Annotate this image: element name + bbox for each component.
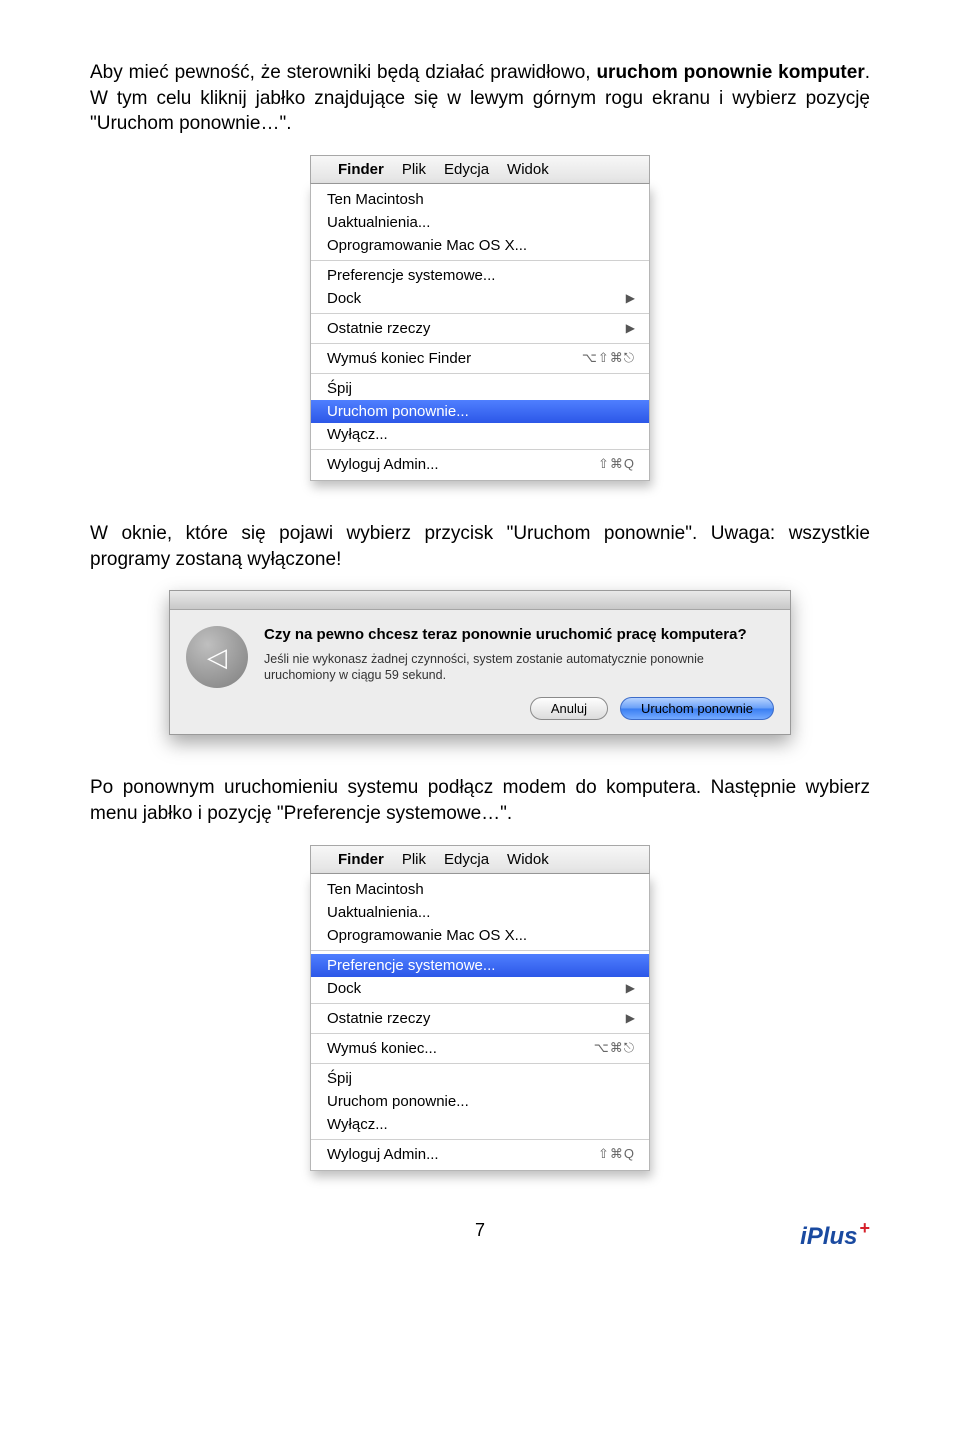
menu-separator xyxy=(311,1063,649,1064)
menu-item-label: Wymuś koniec Finder xyxy=(327,350,471,367)
menu-item-label: Ostatnie rzeczy xyxy=(327,320,430,337)
menu-item[interactable]: Wyłącz... xyxy=(311,1113,649,1136)
menu-item-label: Wyłącz... xyxy=(327,426,388,443)
menu-item-label: Wyłącz... xyxy=(327,1116,388,1133)
menubar: Finder Plik Edycja Widok xyxy=(310,845,650,874)
cancel-button[interactable]: Anuluj xyxy=(530,697,608,720)
menu-item[interactable]: Dock ▶ xyxy=(311,287,649,310)
menu-item[interactable]: Śpij xyxy=(311,377,649,400)
menu-item[interactable]: Ten Macintosh xyxy=(311,188,649,211)
page-footer: 7 iPlus+ xyxy=(90,1211,870,1251)
menu-item-label: Wyloguj Admin... xyxy=(327,1146,439,1163)
menu-shortcut: ⇧⌘Q xyxy=(598,1146,635,1162)
menu-item[interactable]: Wyłącz... xyxy=(311,423,649,446)
restart-icon: ◁ xyxy=(186,626,248,688)
menu-item[interactable]: Oprogramowanie Mac OS X... xyxy=(311,234,649,257)
submenu-arrow-icon: ▶ xyxy=(626,981,635,995)
dialog-title: Czy na pewno chcesz teraz ponownie uruch… xyxy=(264,626,774,645)
menubar-item[interactable]: Widok xyxy=(498,851,558,868)
menu-item[interactable]: Oprogramowanie Mac OS X... xyxy=(311,924,649,947)
menu-item-label: Oprogramowanie Mac OS X... xyxy=(327,237,527,254)
menu-item-label: Preferencje systemowe... xyxy=(327,267,495,284)
menu-item[interactable]: Dock ▶ xyxy=(311,977,649,1000)
menu-item[interactable]: Ostatnie rzeczy ▶ xyxy=(311,317,649,340)
menubar-app[interactable]: Finder xyxy=(329,161,393,178)
menu-item-label: Śpij xyxy=(327,1070,352,1087)
menu-item[interactable]: Wymuś koniec... ⌥⌘⎋ xyxy=(311,1037,649,1060)
apple-menu-screenshot-1: Finder Plik Edycja Widok Ten Macintosh Ua… xyxy=(310,155,650,481)
menu-item[interactable]: Preferencje systemowe... xyxy=(311,264,649,287)
submenu-arrow-icon: ▶ xyxy=(626,291,635,305)
menu-item-label: Uaktualnienia... xyxy=(327,214,430,231)
menu-item[interactable]: Śpij xyxy=(311,1067,649,1090)
menu-separator xyxy=(311,449,649,450)
menu-item[interactable]: Uruchom ponownie... xyxy=(311,1090,649,1113)
apple-menu-screenshot-2: Finder Plik Edycja Widok Ten Macintosh Ua… xyxy=(310,845,650,1171)
menu-item-label: Wyloguj Admin... xyxy=(327,456,439,473)
menu-item[interactable]: Preferencje systemowe... xyxy=(311,954,649,977)
menu-item-label: Uruchom ponownie... xyxy=(327,1093,469,1110)
paragraph-2: W oknie, które się pojawi wybierz przyci… xyxy=(90,521,870,572)
menu-item-label: Ten Macintosh xyxy=(327,881,424,898)
menubar-item[interactable]: Edycja xyxy=(435,161,498,178)
paragraph-1: Aby mieć pewność, że sterowniki będą dzi… xyxy=(90,60,870,137)
menubar-app[interactable]: Finder xyxy=(329,851,393,868)
dialog-text: Czy na pewno chcesz teraz ponownie uruch… xyxy=(264,626,774,720)
restart-dialog: ◁ Czy na pewno chcesz teraz ponownie uru… xyxy=(169,590,791,735)
menubar-item[interactable]: Widok xyxy=(498,161,558,178)
menu-item-label: Wymuś koniec... xyxy=(327,1040,437,1057)
menubar-item[interactable]: Edycja xyxy=(435,851,498,868)
menu-item-label: Dock xyxy=(327,290,361,307)
apple-menu-dropdown: Ten Macintosh Uaktualnienia... Oprogramowa… xyxy=(310,874,650,1171)
para1-b: uruchom ponownie komputer xyxy=(596,62,864,83)
menu-shortcut: ⌥⌘⎋ xyxy=(594,1040,635,1056)
dialog-message: Jeśli nie wykonasz żadnej czynności, sys… xyxy=(264,651,774,684)
menu-item[interactable]: Uruchom ponownie... xyxy=(311,400,649,423)
menu-item-label: Ten Macintosh xyxy=(327,191,424,208)
menu-item[interactable]: Ostatnie rzeczy ▶ xyxy=(311,1007,649,1030)
menu-item[interactable]: Wymuś koniec Finder ⌥⇧⌘⎋ xyxy=(311,347,649,370)
menu-shortcut: ⇧⌘Q xyxy=(598,456,635,472)
menu-item-label: Preferencje systemowe... xyxy=(327,957,495,974)
menu-separator xyxy=(311,1003,649,1004)
menu-separator xyxy=(311,260,649,261)
apple-menu-dropdown: Ten Macintosh Uaktualnienia... Oprogramowa… xyxy=(310,184,650,481)
submenu-arrow-icon: ▶ xyxy=(626,321,635,335)
menu-separator xyxy=(311,1033,649,1034)
restart-button[interactable]: Uruchom ponownie xyxy=(620,697,774,720)
menu-separator xyxy=(311,373,649,374)
menu-item-label: Śpij xyxy=(327,380,352,397)
submenu-arrow-icon: ▶ xyxy=(626,1011,635,1025)
menu-item-label: Ostatnie rzeczy xyxy=(327,1010,430,1027)
dialog-body: ◁ Czy na pewno chcesz teraz ponownie uru… xyxy=(170,610,790,734)
menu-item[interactable]: Uaktualnienia... xyxy=(311,901,649,924)
iplus-logo: iPlus+ xyxy=(800,1223,870,1251)
menu-separator xyxy=(311,1139,649,1140)
menubar-item[interactable]: Plik xyxy=(393,851,435,868)
para1-a: Aby mieć pewność, że sterowniki będą dzi… xyxy=(90,62,596,83)
paragraph-3: Po ponownym uruchomieniu systemu podłącz… xyxy=(90,775,870,826)
menu-separator xyxy=(311,313,649,314)
menu-separator xyxy=(311,950,649,951)
page-number: 7 xyxy=(475,1220,485,1241)
menu-item[interactable]: Uaktualnienia... xyxy=(311,211,649,234)
menu-item-label: Dock xyxy=(327,980,361,997)
menu-item-label: Uruchom ponownie... xyxy=(327,403,469,420)
menu-separator xyxy=(311,343,649,344)
menubar: Finder Plik Edycja Widok xyxy=(310,155,650,184)
dialog-titlebar xyxy=(170,591,790,610)
menubar-item[interactable]: Plik xyxy=(393,161,435,178)
menu-item[interactable]: Ten Macintosh xyxy=(311,878,649,901)
menu-item-label: Uaktualnienia... xyxy=(327,904,430,921)
menu-item[interactable]: Wyloguj Admin... ⇧⌘Q xyxy=(311,453,649,476)
menu-shortcut: ⌥⇧⌘⎋ xyxy=(582,350,635,366)
menu-item[interactable]: Wyloguj Admin... ⇧⌘Q xyxy=(311,1143,649,1166)
menu-item-label: Oprogramowanie Mac OS X... xyxy=(327,927,527,944)
